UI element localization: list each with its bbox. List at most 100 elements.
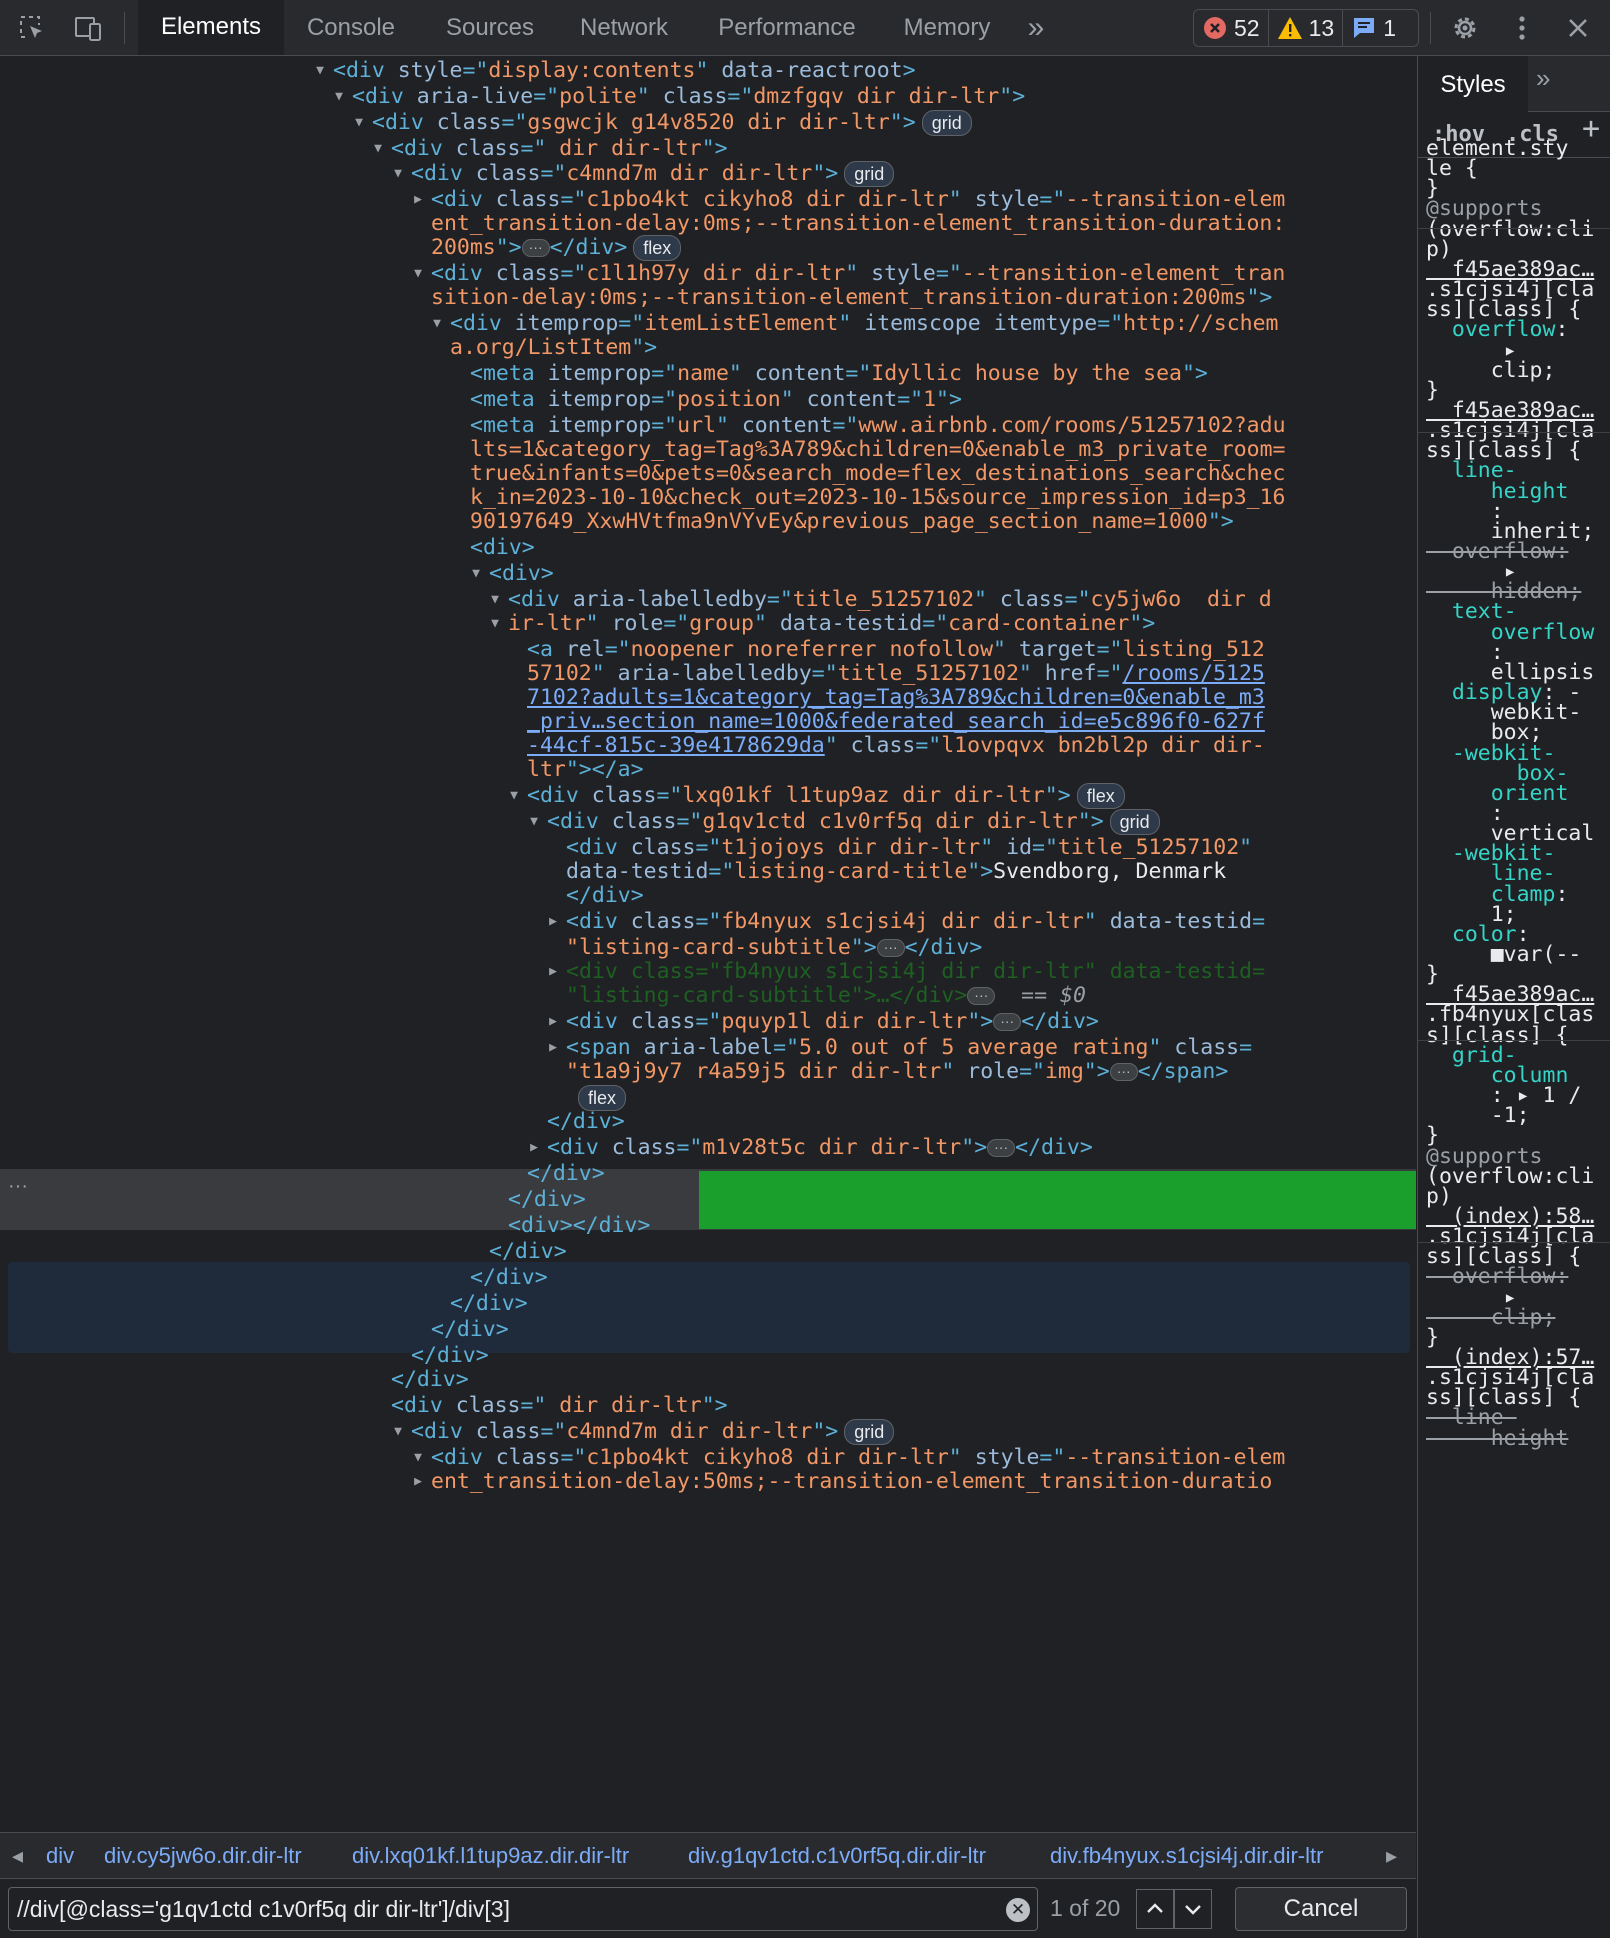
- tab-network[interactable]: Network: [568, 0, 680, 55]
- tag-token: </div>: [1015, 1135, 1093, 1160]
- attribute-value: ir-ltr: [508, 611, 586, 636]
- tag-token: ">: [889, 110, 916, 135]
- tag-token: ">: [701, 1393, 728, 1418]
- attribute-name: class: [630, 909, 696, 934]
- breadcrumb-item[interactable]: div.cy5jw6o.dir.dir-ltr: [104, 1843, 302, 1869]
- css-text: :: [1555, 317, 1569, 343]
- tag-token: ">: [967, 1009, 994, 1034]
- collapsed-children-ellipsis[interactable]: ···: [1109, 1063, 1138, 1081]
- tab-memory[interactable]: Memory: [892, 0, 1002, 55]
- attribute-value: display:contents: [488, 58, 696, 83]
- tag-token: =": [656, 783, 683, 808]
- tag-token: =": [520, 136, 547, 161]
- warning-icon: [1277, 17, 1302, 39]
- breadcrumb-item[interactable]: div.g1qv1ctd.c1v0rf5q.dir.dir-ltr: [688, 1843, 986, 1869]
- styles-more-tabs-button[interactable]: »: [1536, 65, 1550, 91]
- breadcrumb-scroll-left[interactable]: ◂: [12, 1843, 23, 1869]
- tab-performance[interactable]: Performance: [702, 0, 872, 55]
- next-match-button[interactable]: [1174, 1889, 1212, 1929]
- attribute-value: ltr: [527, 757, 566, 782]
- tag-token: </div>: [470, 1265, 548, 1290]
- tab-console[interactable]: Console: [290, 0, 412, 55]
- attribute-value: position: [677, 387, 781, 412]
- attribute-value: dir dir-ltr: [546, 1393, 702, 1418]
- device-toolbar-icon[interactable]: [68, 8, 108, 48]
- attribute-value: m1v28t5c dir dir-ltr: [702, 1135, 962, 1160]
- tag-token: <div: [411, 1419, 476, 1444]
- tag-token: =": [1019, 1059, 1045, 1084]
- attribute-name: role: [611, 611, 664, 636]
- styles-pane: Styles » :hov .cls + element.sty le {} @su…: [1417, 56, 1610, 1938]
- dom-tree[interactable]: ··· ▼ <div style="display:contents" data-…: [0, 56, 1416, 1832]
- attribute-name: data-testid: [779, 611, 923, 636]
- tag-token: </div>: [391, 1367, 469, 1392]
- tag-token: =": [540, 161, 567, 186]
- flex-badge[interactable]: flex: [633, 235, 682, 261]
- gear-icon[interactable]: [1445, 8, 1485, 48]
- attribute-name: role: [967, 1059, 1020, 1084]
- cancel-button[interactable]: Cancel: [1235, 1887, 1407, 1931]
- error-count[interactable]: 52: [1194, 10, 1268, 46]
- warning-count[interactable]: 13: [1267, 10, 1343, 46]
- attribute-name: class: [455, 1393, 521, 1418]
- tag-token: ": [780, 387, 807, 412]
- tag-token: <div>: [470, 535, 535, 560]
- message-count[interactable]: 1: [1342, 10, 1404, 46]
- css-text: -1;: [1426, 1103, 1530, 1129]
- new-style-rule-button[interactable]: +: [1582, 114, 1600, 144]
- css-text: :: [1555, 881, 1569, 907]
- dom-node-line[interactable]: ▶ ent_transition-delay:50ms;--transition-…: [0, 1467, 1416, 1497]
- grid-badge[interactable]: grid: [921, 110, 972, 136]
- tag-token: <meta: [470, 361, 548, 386]
- clear-search-icon[interactable]: ✕: [1006, 1898, 1030, 1922]
- attribute-value: polite: [559, 84, 637, 109]
- tag-token: </div>: [450, 1291, 528, 1316]
- tab-styles[interactable]: Styles: [1418, 56, 1528, 112]
- collapsed-children-ellipsis[interactable]: ···: [987, 1139, 1016, 1157]
- tag-token: ">: [812, 161, 839, 186]
- attribute-name: class: [475, 1419, 541, 1444]
- tag-token: </div>: [489, 1239, 567, 1264]
- attribute-name: class: [611, 1135, 677, 1160]
- tag-token: =": [676, 1135, 703, 1160]
- inspect-element-icon[interactable]: [12, 8, 52, 48]
- tab-elements[interactable]: Elements: [138, 0, 284, 55]
- collapsed-children-ellipsis[interactable]: ···: [967, 987, 996, 1005]
- collapsed-children-ellipsis[interactable]: ···: [521, 239, 550, 257]
- tag-token: =": [520, 1393, 547, 1418]
- collapsed-children-ellipsis[interactable]: ···: [876, 939, 905, 957]
- tab-sources[interactable]: Sources: [430, 0, 550, 55]
- attribute-value: 90197649_XxwHVtfma9nVYvEy&previous_page_…: [470, 509, 1208, 534]
- tag-token: ">: [961, 1135, 988, 1160]
- close-icon[interactable]: [1558, 8, 1598, 48]
- kebab-menu-icon[interactable]: [1502, 8, 1542, 48]
- attribute-value: sition-delay:0ms;--transition-element_tr…: [431, 285, 1247, 310]
- more-tabs-button[interactable]: »: [1016, 0, 1056, 55]
- tag-token: =": [922, 611, 949, 636]
- grid-badge[interactable]: grid: [844, 161, 895, 187]
- tag-token: =": [533, 84, 560, 109]
- tag-token: ">: [1181, 361, 1208, 386]
- tag-token: =": [897, 387, 924, 412]
- breadcrumb-item[interactable]: div: [46, 1843, 74, 1869]
- previous-match-button[interactable]: [1136, 1889, 1174, 1929]
- grid-badge[interactable]: grid: [844, 1419, 895, 1445]
- attribute-name: class: [455, 136, 521, 161]
- collapsed-children-ellipsis[interactable]: ···: [993, 1013, 1022, 1031]
- tag-token: <meta: [470, 387, 548, 412]
- tag-token: =": [695, 909, 722, 934]
- search-input[interactable]: [8, 1887, 1038, 1931]
- issue-counters[interactable]: 52 13 1: [1193, 9, 1419, 47]
- flex-badge[interactable]: flex: [1076, 783, 1125, 809]
- attribute-name: itemprop: [547, 387, 652, 412]
- tag-token: </div>: [549, 235, 628, 260]
- grid-badge[interactable]: grid: [1109, 809, 1160, 835]
- breadcrumb-item[interactable]: div.lxq01kf.l1tup9az.dir.dir-ltr: [352, 1843, 629, 1869]
- attribute-value: 200ms: [431, 235, 496, 260]
- tag-token: </div>: [547, 1109, 625, 1134]
- breadcrumb-scroll-right[interactable]: ▸: [1386, 1843, 1397, 1869]
- tag-token: <div: [391, 1393, 456, 1418]
- breadcrumb-item[interactable]: div.fb4nyux.s1cjsi4j.dir.dir-ltr: [1050, 1843, 1323, 1869]
- overridden-property: height: [1426, 1425, 1569, 1451]
- expand-triangle-icon[interactable]: ▶: [411, 1467, 425, 1497]
